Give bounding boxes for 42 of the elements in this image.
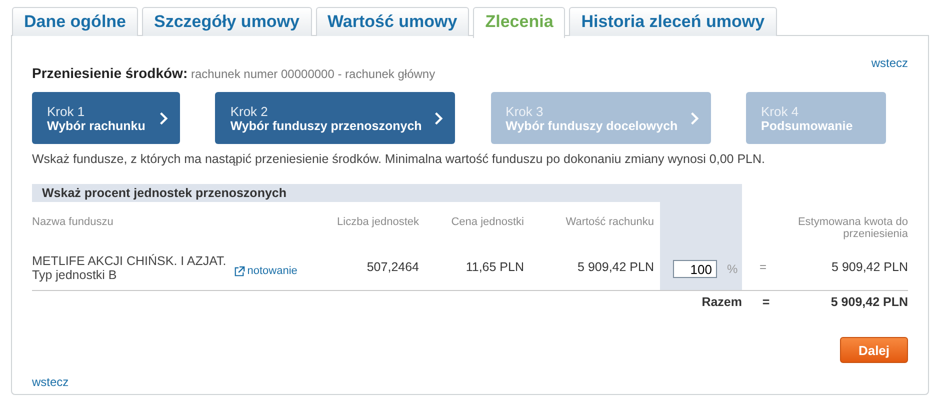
quote-link[interactable]: notowanie bbox=[234, 265, 298, 277]
table-cell: 5 909,42 PLN bbox=[790, 250, 908, 291]
total-amount: 5 909,42 PLN bbox=[830, 295, 908, 309]
chevron-icon bbox=[434, 110, 444, 126]
percent-field[interactable]: 100 bbox=[673, 260, 717, 278]
column-header: Wartość rachunku bbox=[564, 215, 655, 230]
next-button[interactable]: Dalej bbox=[840, 337, 908, 363]
step-label: Wybór funduszy przenoszonych bbox=[230, 118, 422, 132]
total-label: Razem bbox=[700, 295, 742, 309]
step-label: Podsumowanie bbox=[760, 118, 853, 132]
chevron-icon bbox=[690, 110, 699, 126]
step-number: Krok 2 bbox=[230, 104, 269, 118]
tab[interactable]: Szczegóły umowy bbox=[142, 7, 312, 36]
column-header: Estymowana kwota do przeniesienia bbox=[796, 215, 908, 242]
table-cell: 507,2464 bbox=[330, 250, 425, 291]
column-header: Cena jednostki bbox=[450, 215, 525, 230]
external-link-icon bbox=[234, 266, 246, 276]
column-header: Liczba jednostek bbox=[336, 215, 420, 230]
table-cell: 11,65 PLN bbox=[425, 250, 530, 291]
step-number: Krok 4 bbox=[760, 104, 800, 118]
tab[interactable]: Zlecenia bbox=[473, 7, 566, 38]
fund-name: METLIFE AKCJI CHIŃSK. I AZJAT. bbox=[32, 254, 226, 268]
step-number: Krok 3 bbox=[506, 104, 544, 118]
tab[interactable]: Dane ogólne bbox=[12, 7, 138, 36]
step-label: Wybór rachunku bbox=[47, 118, 146, 132]
step-number: Krok 1 bbox=[47, 104, 86, 118]
instruction-text: Wskaż fundusze, z których ma nastąpić przeniesienie środków. Minimalna wartość funduszu po dokonaniu zmiany wynosi 0,00 PLN. bbox=[32, 152, 766, 166]
step-button[interactable]: Krok 1 Wybór rachunku bbox=[32, 92, 180, 144]
back-link[interactable]: wstecz bbox=[32, 375, 69, 389]
chevron-icon bbox=[159, 110, 168, 126]
step-label: Wybór funduszy docelowych bbox=[506, 118, 678, 132]
step-button[interactable]: Krok 2 Wybór funduszy przenoszonych bbox=[215, 92, 456, 144]
tab[interactable]: Wartość umowy bbox=[316, 7, 470, 36]
page-heading: Przeniesienie środków: rachunek numer 00000000 - rachunek główny bbox=[32, 65, 436, 81]
equals-sign: = bbox=[761, 295, 771, 309]
percent-sign: % bbox=[727, 262, 738, 276]
unit-type: Typ jednostki B bbox=[32, 268, 118, 282]
back-link[interactable]: wstecz bbox=[871, 56, 908, 70]
column-header: Nazwa funduszu bbox=[32, 215, 114, 230]
equals-sign: = bbox=[742, 250, 790, 291]
tab[interactable]: Historia zleceń umowy bbox=[569, 7, 777, 36]
section-header: Wskaż procent jednostek przenoszonych bbox=[32, 184, 742, 202]
